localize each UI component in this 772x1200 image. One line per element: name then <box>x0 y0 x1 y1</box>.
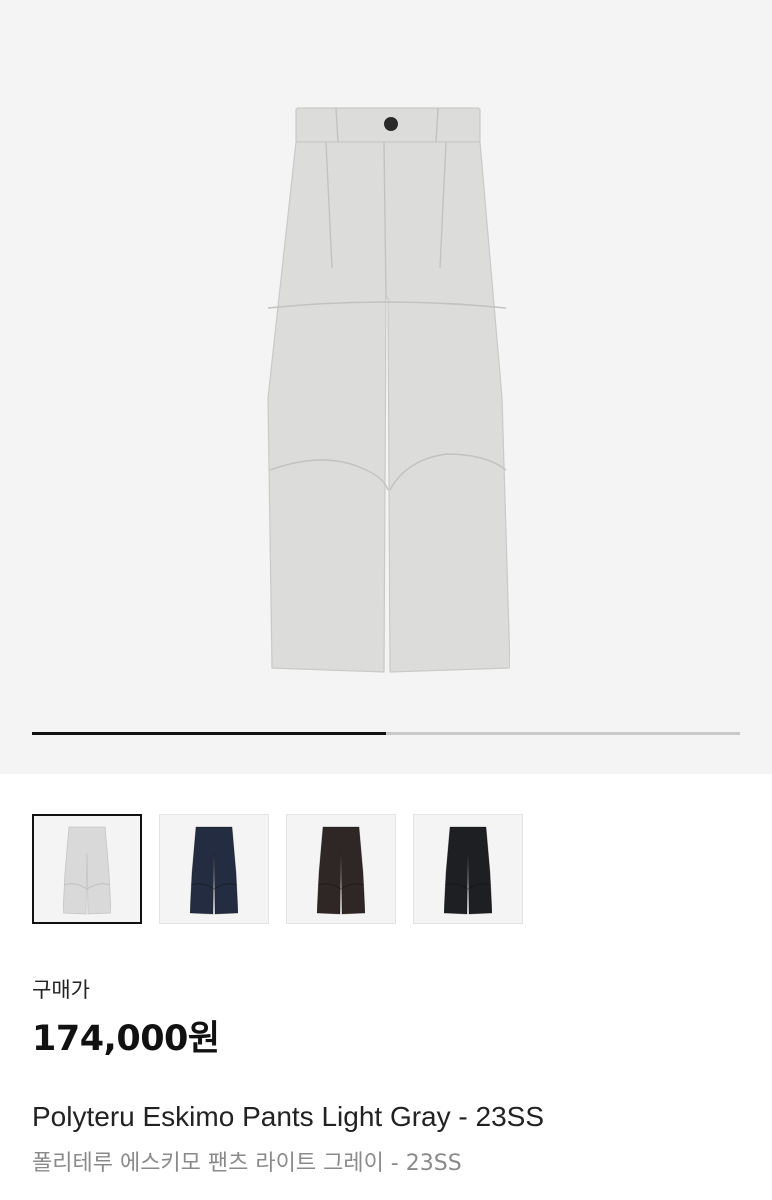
product-main-image[interactable] <box>266 98 510 674</box>
product-name-korean: 폴리테루 에스키모 팬츠 라이트 그레이 - 23SS <box>32 1151 462 1176</box>
product-name-english: Polyteru Eskimo Pants Light Gray - 23SS <box>32 1101 544 1132</box>
thumbnail-light-gray[interactable] <box>32 814 142 924</box>
gallery-progress-bar <box>32 732 740 735</box>
gallery-progress-fill <box>32 732 386 735</box>
thumbnail-pants-image <box>444 826 492 915</box>
thumbnail-navy[interactable] <box>159 814 269 924</box>
thumbnail-strip <box>32 814 523 924</box>
thumbnail-pants-image <box>190 826 238 915</box>
thumbnail-pants-image <box>317 826 365 915</box>
thumbnail-pants-image <box>63 826 111 915</box>
thumbnail-brown[interactable] <box>286 814 396 924</box>
price-label: 구매가 <box>32 978 90 1002</box>
thumbnail-black[interactable] <box>413 814 523 924</box>
product-image-gallery[interactable] <box>0 0 772 774</box>
price-value: 174,000원 <box>32 1019 220 1059</box>
